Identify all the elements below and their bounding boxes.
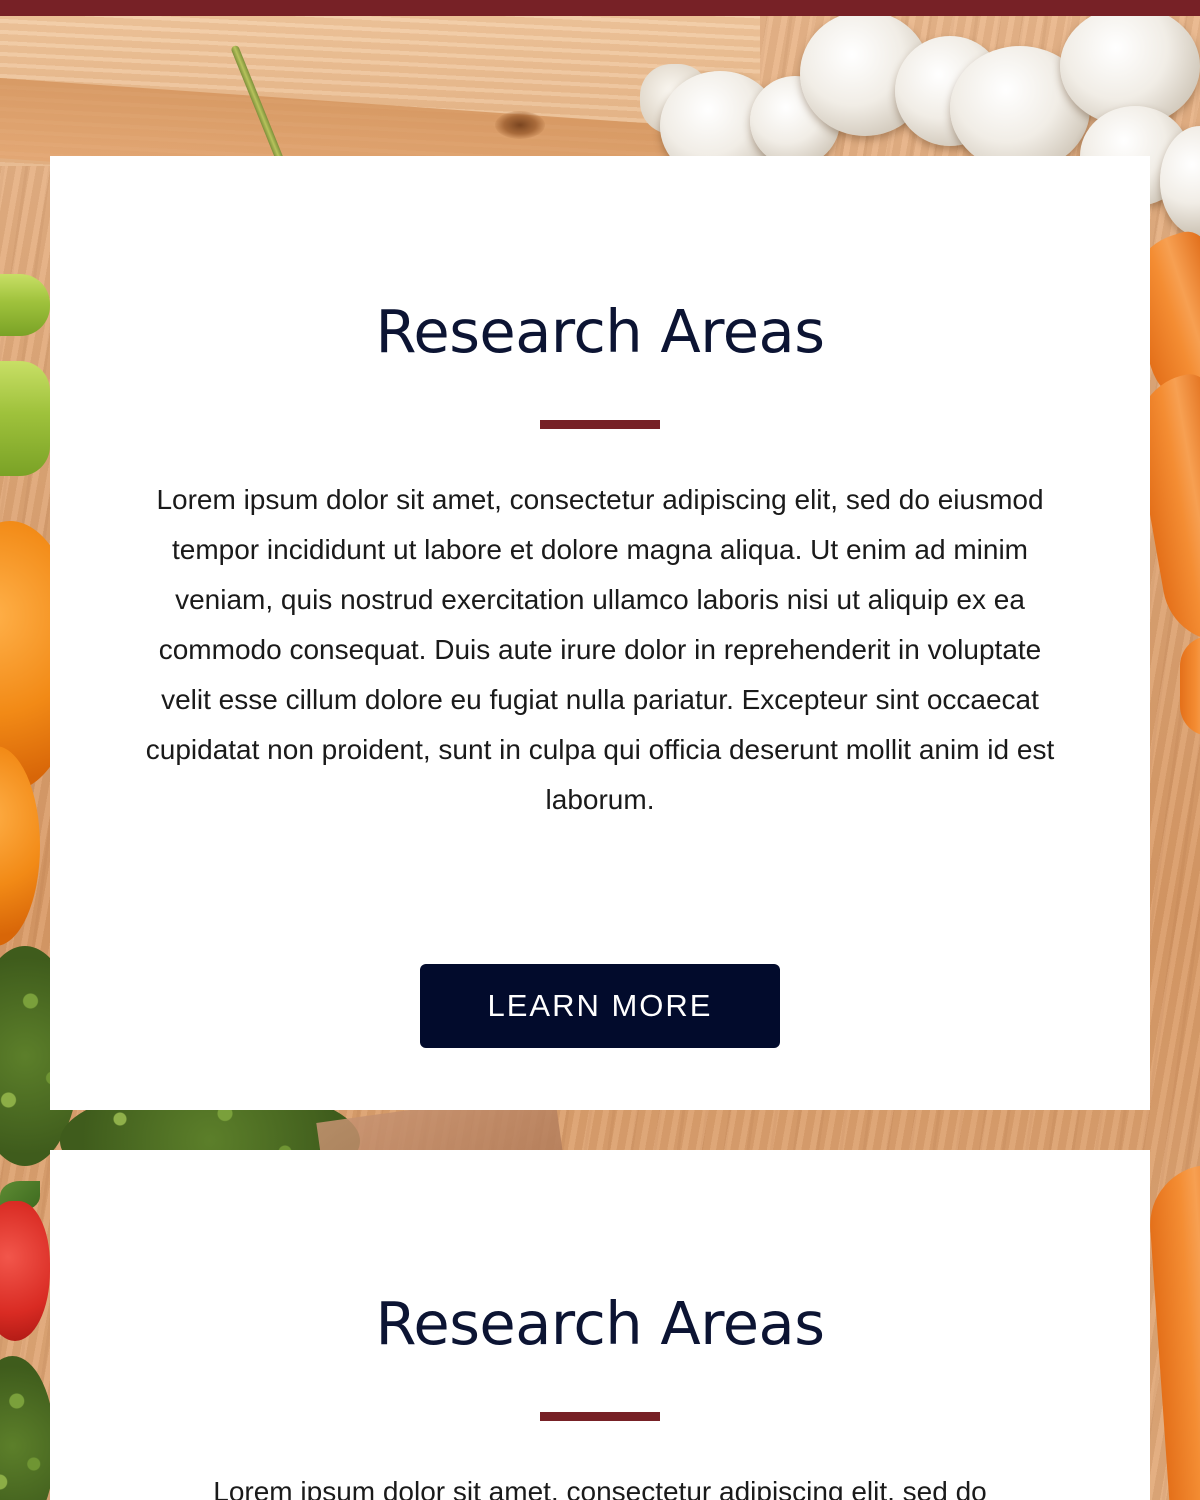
page: Research Areas Lorem ipsum dolor sit ame…	[0, 0, 1200, 1500]
research-areas-card: Research Areas Lorem ipsum dolor sit ame…	[50, 156, 1150, 1110]
carrot	[1146, 1163, 1200, 1500]
celery	[0, 274, 50, 336]
section-title-2: Research Areas	[375, 1289, 825, 1358]
strawberry	[0, 1201, 50, 1341]
research-areas-card-2: Research Areas Lorem ipsum dolor sit ame…	[50, 1150, 1150, 1500]
celery	[0, 361, 50, 476]
carrot	[1180, 636, 1200, 736]
broccoli	[0, 1356, 55, 1500]
section-body-text: Lorem ipsum dolor sit amet, consectetur …	[145, 484, 1055, 815]
top-accent-bar	[0, 0, 1200, 16]
section-title: Research Areas	[375, 297, 825, 366]
learn-more-button[interactable]: LEARN MORE	[420, 964, 780, 1048]
title-divider	[540, 420, 660, 429]
section-body-text-2: Lorem ipsum dolor sit amet, consectetur …	[213, 1476, 987, 1500]
wood-knot	[495, 111, 545, 139]
title-divider-2	[540, 1412, 660, 1421]
